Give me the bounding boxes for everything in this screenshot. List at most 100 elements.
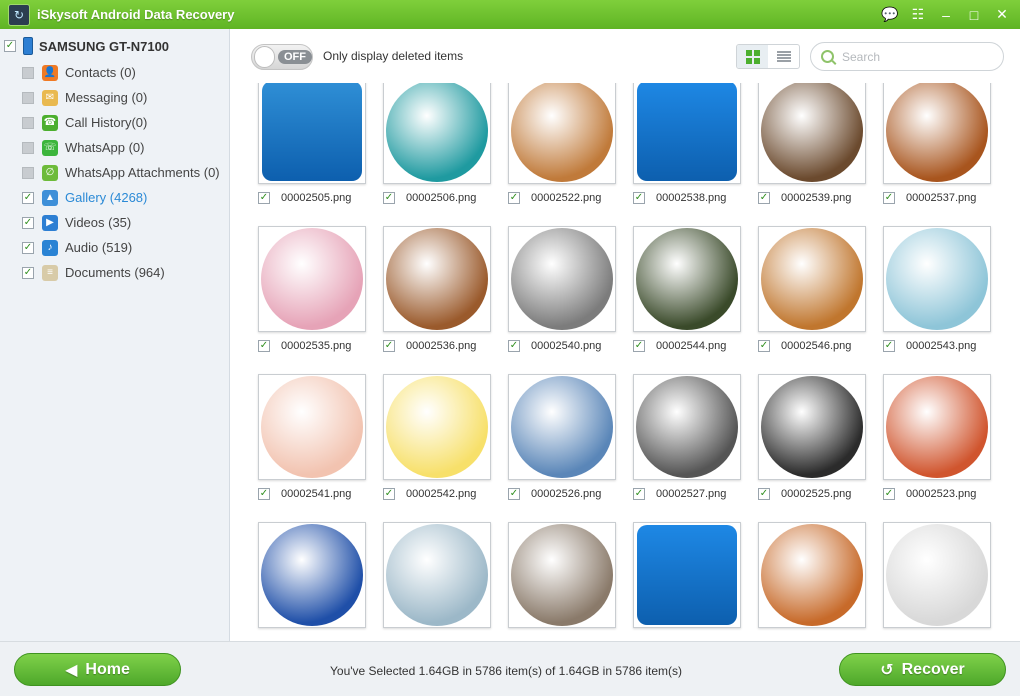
thumbnail-frame[interactable] (383, 374, 491, 480)
sidebar-item-checkbox[interactable] (22, 116, 34, 129)
deleted-only-toggle[interactable]: OFF (251, 44, 313, 70)
gallery-tile[interactable] (383, 522, 491, 641)
audio-icon: ♪ (42, 239, 58, 256)
gallery-tile[interactable]: ✓ 00002536.png (383, 226, 491, 374)
thumbnail-frame[interactable] (508, 226, 616, 332)
sidebar-item[interactable]: 👤 Contacts (0) (22, 60, 220, 85)
home-button[interactable]: ◀ Home (14, 653, 181, 686)
device-checkbox[interactable]: ✓ (4, 40, 16, 52)
gallery-tile[interactable]: ✓ 00002526.png (508, 374, 616, 522)
gallery-tile[interactable] (883, 522, 991, 641)
tile-checkbox[interactable]: ✓ (633, 488, 645, 500)
sidebar-item-checkbox[interactable] (22, 91, 34, 104)
device-row[interactable]: ✓ SAMSUNG GT-N7100 (4, 37, 169, 55)
gallery-tile[interactable]: ✓ 00002538.png (633, 83, 741, 226)
thumbnail-frame[interactable] (383, 522, 491, 628)
thumbnail-frame[interactable] (758, 226, 866, 332)
tile-checkbox[interactable]: ✓ (383, 340, 395, 352)
sidebar-item-checkbox[interactable] (22, 166, 34, 179)
thumbnail-frame[interactable] (633, 83, 741, 184)
gallery-tile[interactable]: ✓ 00002522.png (508, 83, 616, 226)
thumbnail-frame[interactable] (883, 83, 991, 184)
sidebar-item[interactable]: ✓ ▶ Videos (35) (22, 210, 220, 235)
sidebar-item[interactable]: ☏ WhatsApp (0) (22, 135, 220, 160)
gallery-tile[interactable] (508, 522, 616, 641)
sidebar-item-checkbox[interactable]: ✓ (22, 216, 34, 229)
gallery-tile[interactable]: ✓ 00002544.png (633, 226, 741, 374)
tile-checkbox[interactable]: ✓ (633, 340, 645, 352)
tile-checkbox[interactable]: ✓ (383, 192, 395, 204)
thumbnail-frame[interactable] (508, 374, 616, 480)
thumbnail-frame[interactable] (258, 83, 366, 184)
tile-checkbox[interactable]: ✓ (883, 488, 895, 500)
tile-checkbox[interactable]: ✓ (508, 488, 520, 500)
tile-checkbox[interactable]: ✓ (758, 488, 770, 500)
sidebar-item-checkbox[interactable]: ✓ (22, 241, 34, 254)
tile-checkbox[interactable]: ✓ (508, 340, 520, 352)
gallery-tile[interactable] (758, 522, 866, 641)
chat-icon[interactable]: 💬 (881, 6, 898, 23)
gallery-tile[interactable]: ✓ 00002546.png (758, 226, 866, 374)
gallery-tile[interactable] (633, 522, 741, 641)
thumbnail-frame[interactable] (258, 522, 366, 628)
tile-checkbox[interactable]: ✓ (758, 192, 770, 204)
thumbnail-frame[interactable] (758, 522, 866, 628)
sidebar-item[interactable]: ✓ ≡ Documents (964) (22, 260, 220, 285)
gallery-tile[interactable]: ✓ 00002540.png (508, 226, 616, 374)
thumbnail-frame[interactable] (633, 226, 741, 332)
tile-checkbox[interactable]: ✓ (258, 340, 270, 352)
thumbnail-frame[interactable] (508, 83, 616, 184)
gallery-tile[interactable]: ✓ 00002535.png (258, 226, 366, 374)
gallery-tile[interactable]: ✓ 00002539.png (758, 83, 866, 226)
sidebar-item[interactable]: ∅ WhatsApp Attachments (0) (22, 160, 220, 185)
tile-checkbox[interactable]: ✓ (508, 192, 520, 204)
tile-checkbox[interactable]: ✓ (633, 192, 645, 204)
list-view-button[interactable] (768, 45, 799, 68)
thumbnail-frame[interactable] (758, 83, 866, 184)
thumbnail-frame[interactable] (383, 226, 491, 332)
thumbnail-frame[interactable] (883, 374, 991, 480)
sidebar-item[interactable]: ✓ ♪ Audio (519) (22, 235, 220, 260)
tile-checkbox[interactable]: ✓ (883, 340, 895, 352)
gallery-tile[interactable]: ✓ 00002525.png (758, 374, 866, 522)
thumbnail-frame[interactable] (883, 522, 991, 628)
tile-checkbox[interactable]: ✓ (883, 192, 895, 204)
gallery-tile[interactable]: ✓ 00002506.png (383, 83, 491, 226)
image-thumbnail (511, 83, 613, 182)
sidebar-item-checkbox[interactable] (22, 141, 34, 154)
sidebar-item[interactable]: ✉ Messaging (0) (22, 85, 220, 110)
gallery-tile[interactable]: ✓ 00002527.png (633, 374, 741, 522)
gallery-tile[interactable] (258, 522, 366, 641)
tile-checkbox[interactable]: ✓ (258, 488, 270, 500)
search-input[interactable] (842, 49, 992, 64)
maximize-icon[interactable]: □ (966, 7, 982, 23)
minimize-icon[interactable]: – (938, 7, 954, 23)
sidebar-item-checkbox[interactable]: ✓ (22, 266, 34, 279)
tile-checkbox[interactable]: ✓ (258, 192, 270, 204)
tile-checkbox[interactable]: ✓ (383, 488, 395, 500)
grid-view-button[interactable] (737, 45, 768, 68)
sidebar-item[interactable]: ☎ Call History(0) (22, 110, 220, 135)
thumbnail-frame[interactable] (633, 522, 741, 628)
thumbnail-frame[interactable] (258, 226, 366, 332)
recover-button[interactable]: ↺ Recover (839, 653, 1006, 686)
sidebar-item[interactable]: ✓ ▲ Gallery (4268) (22, 185, 220, 210)
close-icon[interactable]: ✕ (994, 6, 1010, 23)
sidebar-item-checkbox[interactable] (22, 66, 34, 79)
tile-checkbox[interactable]: ✓ (758, 340, 770, 352)
thumbnail-frame[interactable] (758, 374, 866, 480)
gallery-tile[interactable]: ✓ 00002505.png (258, 83, 366, 226)
sidebar-item-checkbox[interactable]: ✓ (22, 191, 34, 204)
feedback-icon[interactable]: ☷ (910, 6, 926, 23)
gallery-tile[interactable]: ✓ 00002541.png (258, 374, 366, 522)
search-box[interactable] (810, 42, 1004, 71)
gallery-tile[interactable]: ✓ 00002542.png (383, 374, 491, 522)
thumbnail-frame[interactable] (508, 522, 616, 628)
thumbnail-frame[interactable] (883, 226, 991, 332)
gallery-tile[interactable]: ✓ 00002537.png (883, 83, 991, 226)
gallery-tile[interactable]: ✓ 00002523.png (883, 374, 991, 522)
thumbnail-frame[interactable] (383, 83, 491, 184)
gallery-tile[interactable]: ✓ 00002543.png (883, 226, 991, 374)
thumbnail-frame[interactable] (633, 374, 741, 480)
thumbnail-frame[interactable] (258, 374, 366, 480)
